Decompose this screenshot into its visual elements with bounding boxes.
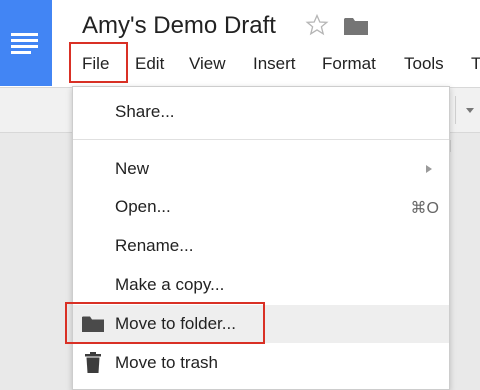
chevron-down-icon[interactable] xyxy=(466,108,474,113)
menu-item-label: Move to trash xyxy=(115,353,218,372)
menu-item-new[interactable]: New xyxy=(73,150,449,188)
menu-item-open[interactable]: Open... ⌘O xyxy=(73,188,449,226)
menu-item-label: Share... xyxy=(115,102,175,121)
menu-item-move-to-trash[interactable]: Move to trash xyxy=(73,344,449,382)
star-icon[interactable] xyxy=(305,13,329,37)
menu-item-share[interactable]: Share... xyxy=(73,93,449,131)
menu-tools[interactable]: Tools xyxy=(404,54,444,74)
menu-item-label: Open... xyxy=(115,197,171,216)
move-to-folder-highlight xyxy=(65,302,265,344)
menu-insert[interactable]: Insert xyxy=(253,54,296,74)
menu-item-make-copy[interactable]: Make a copy... xyxy=(73,266,449,304)
menu-item-shortcut: ⌘O xyxy=(410,200,439,217)
folder-icon[interactable] xyxy=(343,16,369,36)
docs-logo-icon[interactable] xyxy=(0,0,52,86)
menu-item-label: Make a copy... xyxy=(115,275,225,294)
trash-icon xyxy=(85,352,101,373)
ruler xyxy=(450,140,480,152)
toolbar-divider xyxy=(455,96,456,124)
menu-item-rename[interactable]: Rename... xyxy=(73,227,449,265)
file-menu-highlight xyxy=(69,42,128,83)
menu-table[interactable]: T xyxy=(471,54,480,74)
menu-edit[interactable]: Edit xyxy=(135,54,164,74)
submenu-arrow-icon xyxy=(426,165,432,173)
menu-item-label: New xyxy=(115,159,150,178)
menu-view[interactable]: View xyxy=(189,54,226,74)
menu-item-label: Rename... xyxy=(115,236,194,255)
file-menu-dropdown: Share... New Open... ⌘O Rename... Make a… xyxy=(72,86,450,390)
menu-divider xyxy=(73,139,449,140)
document-title[interactable]: Amy's Demo Draft xyxy=(82,12,276,40)
menu-format[interactable]: Format xyxy=(322,54,376,74)
